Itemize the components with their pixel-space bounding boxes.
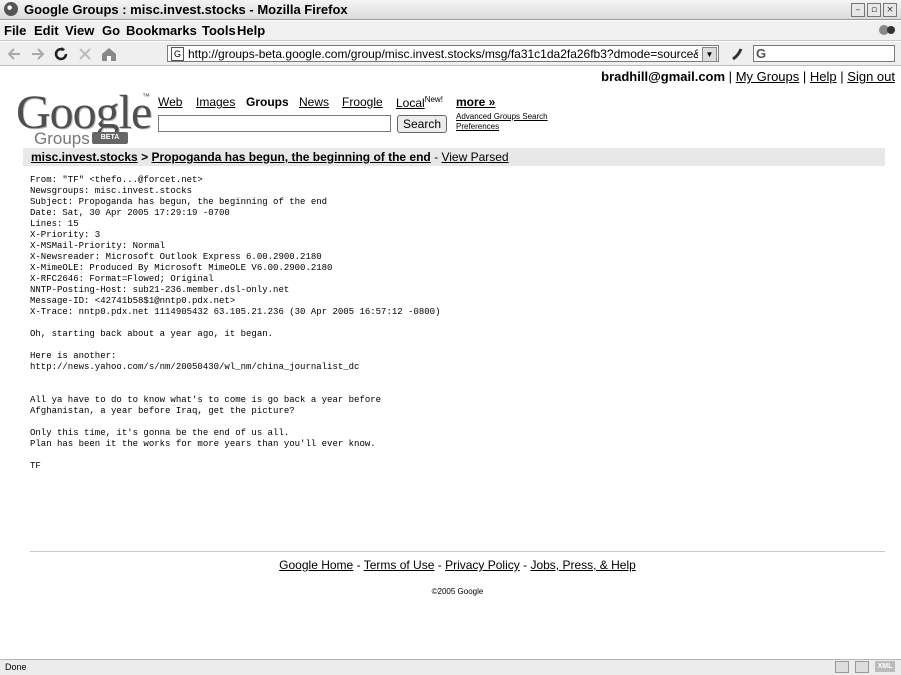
go-icon[interactable] [730,46,746,62]
tab-news[interactable]: News [299,95,329,109]
privacy-link[interactable]: Privacy Policy [445,558,520,572]
tab-local[interactable]: Local [396,96,425,110]
menu-edit[interactable]: Edit [34,23,59,38]
sign-out-link[interactable]: Sign out [847,69,895,84]
more-link[interactable]: more » [456,95,495,109]
home-icon[interactable] [100,45,118,63]
logo-trademark: ™ [142,92,150,101]
menu-tools[interactable]: Tools [202,23,236,38]
footer-dash: - [356,558,361,572]
preferences-link[interactable]: Preferences [456,122,548,132]
tab-froogle[interactable]: Froogle [342,95,383,109]
footer-dash: - [437,558,442,572]
user-links: bradhill@gmail.com | My Groups | Help | … [601,69,895,84]
message-source: From: "TF" <thefo...@forcet.net> Newsgro… [30,175,441,471]
address-url: http://groups-beta.google.com/group/misc… [188,47,698,61]
separator: | [840,69,844,84]
jobs-link[interactable]: Jobs, Press, & Help [530,558,635,572]
minimize-icon[interactable]: – [851,3,865,17]
search-bar[interactable]: G [753,45,895,62]
close-icon[interactable]: × [883,3,897,17]
menu-bar: File Edit View Go Bookmarks Tools Help [0,21,901,41]
tab-images[interactable]: Images [196,95,235,109]
separator: | [802,69,807,84]
google-home-link[interactable]: Google Home [279,558,353,572]
status-bar: Done XML [0,659,901,675]
search-input[interactable] [158,115,391,132]
status-icons: XML [835,661,895,673]
search-button[interactable]: Search [397,115,447,133]
forward-icon[interactable] [28,45,46,63]
footer-divider [30,551,885,552]
footer-dash: - [523,558,528,572]
advanced-search-link[interactable]: Advanced Groups Search [456,112,548,122]
breadcrumb: misc.invest.stocks > Propoganda has begu… [23,148,885,166]
footer-links: Google Home - Terms of Use - Privacy Pol… [0,558,901,572]
page-content: bradhill@gmail.com | My Groups | Help | … [0,67,901,655]
user-email: bradhill@gmail.com [601,69,726,84]
new-badge: New! [424,95,443,104]
breadcrumb-arrow: > [141,150,149,164]
connection-icon [855,661,869,673]
window-titlebar: Google Groups : misc.invest.stocks - Moz… [0,0,901,20]
navigation-toolbar: G http://groups-beta.google.com/group/mi… [0,42,901,66]
menu-bookmarks[interactable]: Bookmarks [126,23,197,38]
google-groups-logo[interactable]: Google ™ Groups BETA [16,85,152,148]
copyright: ©2005 Google [431,587,484,596]
reload-icon[interactable] [52,45,70,63]
search-engine-icon: G [756,46,767,61]
address-bar[interactable]: G http://groups-beta.google.com/group/mi… [167,45,719,62]
menu-go[interactable]: Go [102,23,120,38]
menu-view[interactable]: View [65,23,94,38]
separator: | [728,69,733,84]
window-controls: – ▫ × [851,3,897,17]
chevron-down-icon[interactable]: ▼ [702,47,717,62]
breadcrumb-subject-link[interactable]: Propoganda has begun, the beginning of t… [151,150,430,164]
view-parsed-link[interactable]: View Parsed [441,150,508,164]
firefox-icon [4,2,18,16]
window-title: Google Groups : misc.invest.stocks - Moz… [24,2,348,17]
logo-groups: Groups [34,129,90,148]
breadcrumb-group-link[interactable]: misc.invest.stocks [31,150,138,164]
tab-groups: Groups [246,95,289,109]
tab-web[interactable]: Web [158,95,182,109]
throbber-icon [879,25,895,35]
xml-badge[interactable]: XML [875,661,895,672]
menu-help[interactable]: Help [237,23,265,38]
maximize-icon[interactable]: ▫ [867,3,881,17]
stop-icon[interactable] [76,45,94,63]
help-link[interactable]: Help [810,69,837,84]
my-groups-link[interactable]: My Groups [736,69,800,84]
menu-file[interactable]: File [4,23,26,38]
status-text: Done [5,662,27,672]
search-options: Advanced Groups Search Preferences [456,112,548,132]
terms-link[interactable]: Terms of Use [364,558,435,572]
beta-badge: BETA [92,132,128,144]
lock-icon [835,661,849,673]
back-icon[interactable] [6,45,24,63]
breadcrumb-dash: - [434,150,439,164]
page-icon: G [171,47,184,61]
